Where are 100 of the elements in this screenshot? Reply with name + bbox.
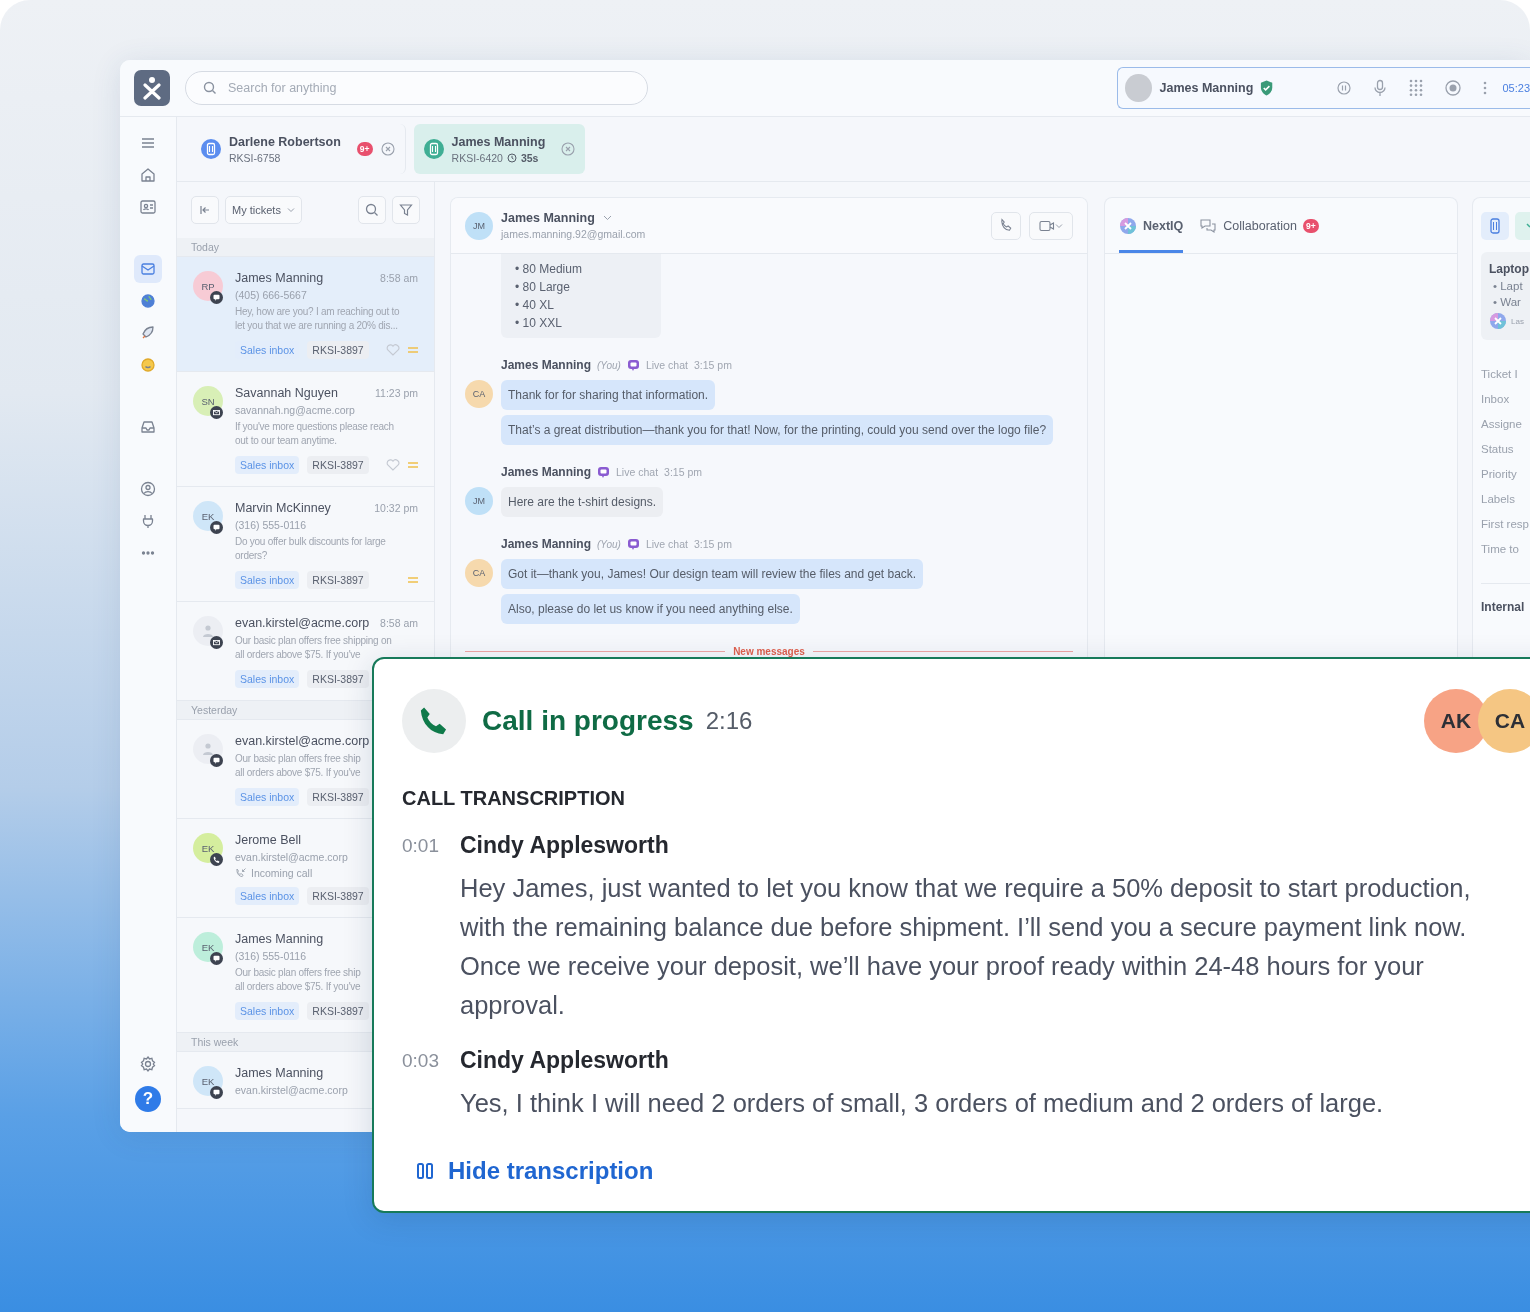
message-time: 3:15 pm xyxy=(693,538,732,550)
chat-bubble-icon xyxy=(210,754,223,767)
message-preview-line: If you've more questions please reach xyxy=(235,420,395,434)
ticket-id-tag: RKSI-3897 xyxy=(307,788,369,806)
filter-icon xyxy=(399,203,413,217)
message-preview-line: all orders above $75. If you've xyxy=(235,980,362,994)
note-text: Las xyxy=(1511,316,1524,326)
panel-tab[interactable]: NextIQ xyxy=(1119,198,1184,253)
phone-icon xyxy=(998,218,1014,233)
collapse-icon xyxy=(199,204,211,216)
you-label: (You) xyxy=(597,359,621,371)
sender-avatar: CA xyxy=(465,380,493,408)
conversation-tab[interactable]: James Manning RKSI-6420 35s xyxy=(413,124,586,174)
contact-name: James Manning xyxy=(235,271,324,285)
ticket-id: RKSI-6420 xyxy=(451,151,503,164)
live-chat-icon xyxy=(597,465,611,479)
close-icon[interactable] xyxy=(380,142,395,156)
message-bubble: Also, please do let us know if you need anything else. xyxy=(501,594,800,624)
call-timer: 05:23 xyxy=(1502,82,1530,94)
channel-label: Live chat xyxy=(645,359,688,371)
person-icon xyxy=(202,742,214,756)
ticket-id-tag: RKSI-3897 xyxy=(307,456,369,474)
field-label: Time to xyxy=(1481,543,1520,555)
contact-avatar: JM xyxy=(465,211,493,240)
inbox-tag: Sales inbox xyxy=(235,571,300,589)
field-label: First resp xyxy=(1481,518,1530,530)
logo-icon xyxy=(141,76,163,100)
ticket-id-tag: RKSI-3897 xyxy=(307,571,369,589)
clock-icon xyxy=(506,152,517,163)
sparkle-logo-icon xyxy=(1489,312,1507,330)
message-bubble: That’s a great distribution—thank you for that! Now, for the printing, could you send over the logo file? xyxy=(501,415,1054,445)
heart-icon[interactable] xyxy=(386,344,400,356)
caller-name: James Manning xyxy=(1159,81,1254,95)
inbox-icon[interactable] xyxy=(134,255,162,283)
message-preview-line: let you that we are running a 20% dis... xyxy=(235,319,399,333)
ticket-item[interactable]: RP James Manning 8:58 am (405) 666-5667 Hey, how are you? I am reaching out to let you that we are running a 20% dis... Sales inbox RKSI-3897 xyxy=(177,257,434,372)
pause-icon[interactable] xyxy=(1336,80,1353,96)
phone-device-icon[interactable] xyxy=(1481,212,1509,240)
more-options-icon[interactable] xyxy=(1482,80,1489,96)
contact-detail: savannah.ng@acme.corp xyxy=(235,404,356,416)
record-icon[interactable] xyxy=(1444,79,1463,97)
transcript-text: Hey James, just wanted to let you know that we require a 50% deposit to start production, with the remaining balance due before shipment. I’ll send you a secure payment link now. Once we receive your deposit, we’ll have your proof ready within 24-48 hours for your approval. xyxy=(460,873,1472,1021)
contact-name: Darlene Robertson xyxy=(229,134,341,149)
list-item: • 80 Medium xyxy=(515,261,583,278)
help-button[interactable]: ? xyxy=(135,1086,161,1112)
chat-bubble-icon xyxy=(210,952,223,965)
sender-avatar: JM xyxy=(465,487,493,515)
search-field[interactable]: Search for anything xyxy=(185,71,648,105)
pause-icon xyxy=(416,1161,434,1181)
speaker-name: Cindy Applesworth xyxy=(460,832,670,859)
message-bubble: Got it—thank you, James! Our design team will review the files and get back. xyxy=(501,559,924,589)
field-label: Labels xyxy=(1481,493,1516,505)
field-label: Inbox xyxy=(1481,393,1511,405)
sparkle-logo-icon xyxy=(1119,216,1137,235)
inbox-tag: Sales inbox xyxy=(235,788,300,806)
sender-name: James Manning xyxy=(501,358,592,372)
ticket-id-tag: RKSI-3897 xyxy=(307,670,369,688)
contact-name: Savannah Nguyen xyxy=(235,386,338,400)
search-button[interactable] xyxy=(358,196,386,224)
video-call-button[interactable] xyxy=(1029,211,1073,240)
contact-name: James Manning xyxy=(501,211,595,225)
dialpad-icon[interactable] xyxy=(1408,79,1425,97)
envelope-icon xyxy=(210,636,223,649)
caret-icon[interactable] xyxy=(602,215,612,221)
contact-detail: (316) 555-0116 xyxy=(235,519,308,531)
photo-placeholder xyxy=(1125,74,1152,102)
panel-tab[interactable]: Collaboration 9+ xyxy=(1199,198,1319,253)
call-status: Call in progress xyxy=(482,705,694,737)
heart-icon[interactable] xyxy=(386,459,400,471)
contact-name: James Manning xyxy=(235,1066,324,1080)
close-icon[interactable] xyxy=(561,142,576,156)
contact-detail: evan.kirstel@acme.corp xyxy=(235,1084,349,1096)
field-label: Status xyxy=(1481,443,1515,455)
conversation-tab[interactable]: Darlene Robertson RKSI-6758 9+ xyxy=(191,124,406,174)
chat-bubbles-icon xyxy=(1199,217,1218,234)
filter-button[interactable] xyxy=(392,196,420,224)
call-duration: 2:16 xyxy=(705,707,753,735)
live-chat-icon xyxy=(626,537,640,551)
contact-detail: (316) 555-0116 xyxy=(235,950,308,962)
section-title: Internal xyxy=(1481,600,1526,614)
unread-badge: 9+ xyxy=(356,142,373,156)
hide-transcription-link[interactable]: Hide transcription xyxy=(416,1157,654,1185)
contact-name: evan.kirstel@acme.corp xyxy=(235,616,370,630)
bullet-text: • Lapt xyxy=(1492,280,1524,292)
call-button[interactable] xyxy=(991,211,1021,240)
speaker-name: Cindy Applesworth xyxy=(460,1047,670,1074)
message-preview-line: all orders above $75. If you've xyxy=(235,766,362,780)
transcript-text: Yes, I think I will need 2 orders of small, 3 orders of medium and 2 orders of large. xyxy=(460,1088,1385,1119)
contact-detail: (405) 666-5667 xyxy=(235,289,308,301)
ticket-filter-dropdown[interactable]: My tickets xyxy=(225,196,302,224)
sender-name: James Manning xyxy=(501,465,592,479)
chat-bubble-icon xyxy=(210,1086,223,1099)
collapse-button[interactable] xyxy=(191,196,219,224)
channel-label: Live chat xyxy=(645,538,688,550)
sender-name: James Manning xyxy=(501,537,592,551)
card-title: Laptop xyxy=(1489,262,1530,276)
app-logo[interactable] xyxy=(134,70,170,106)
video-camera-icon xyxy=(1039,219,1055,232)
chat-bubble-icon xyxy=(210,521,223,534)
ticket-id-tag: RKSI-3897 xyxy=(307,887,369,905)
